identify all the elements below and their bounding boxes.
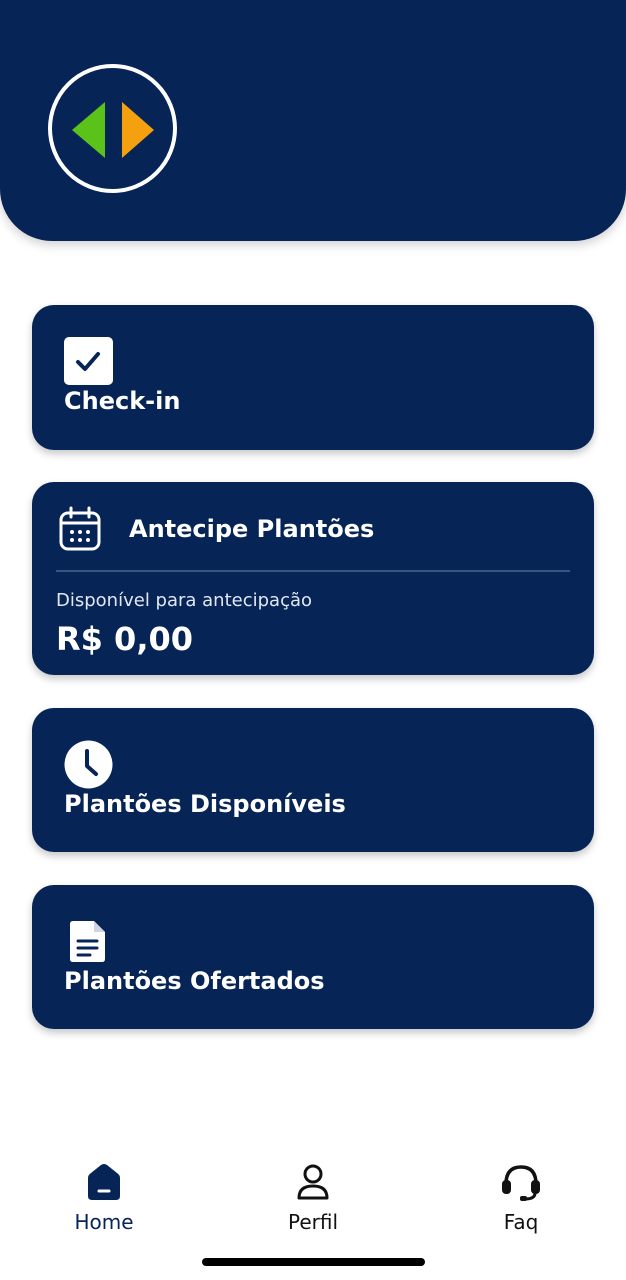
antecipe-title: Antecipe Plantões <box>129 515 375 543</box>
nav-label-perfil: Perfil <box>287 1210 339 1234</box>
headset-icon <box>461 1162 581 1206</box>
plantoes-ofertados-title: Plantões Ofertados <box>64 967 325 995</box>
header <box>0 0 626 241</box>
bottom-nav: Home Perfil Faq <box>0 1150 626 1240</box>
clock-icon <box>64 740 113 793</box>
antecipe-value: R$ 0,00 <box>56 620 193 658</box>
checkin-card[interactable]: Check-in <box>32 305 594 450</box>
document-icon <box>64 917 113 969</box>
antecipe-subtitle: Disponível para antecipação <box>56 590 313 611</box>
plantoes-disponiveis-title: Plantões Disponíveis <box>64 790 346 818</box>
calendar-icon <box>58 506 102 556</box>
checkbox-icon <box>64 337 113 389</box>
divider <box>56 570 570 572</box>
home-icon <box>44 1162 164 1206</box>
nav-item-faq[interactable]: Faq <box>461 1162 581 1234</box>
plantoes-disponiveis-card[interactable]: Plantões Disponíveis <box>32 708 594 852</box>
home-indicator[interactable] <box>202 1258 425 1266</box>
nav-item-home[interactable]: Home <box>44 1162 164 1234</box>
home-screen: Check-in Antecipe Plantões Disponível pa… <box>0 0 626 1280</box>
plantoes-ofertados-card[interactable]: Plantões Ofertados <box>32 885 594 1029</box>
app-logo-arrows-icon <box>48 64 177 193</box>
nav-label-faq: Faq <box>503 1210 539 1234</box>
user-icon <box>253 1162 373 1206</box>
nav-item-perfil[interactable]: Perfil <box>253 1162 373 1234</box>
nav-label-home: Home <box>74 1210 134 1234</box>
antecipe-plantoes-card[interactable]: Antecipe Plantões Disponível para anteci… <box>32 482 594 675</box>
checkin-title: Check-in <box>64 387 181 415</box>
